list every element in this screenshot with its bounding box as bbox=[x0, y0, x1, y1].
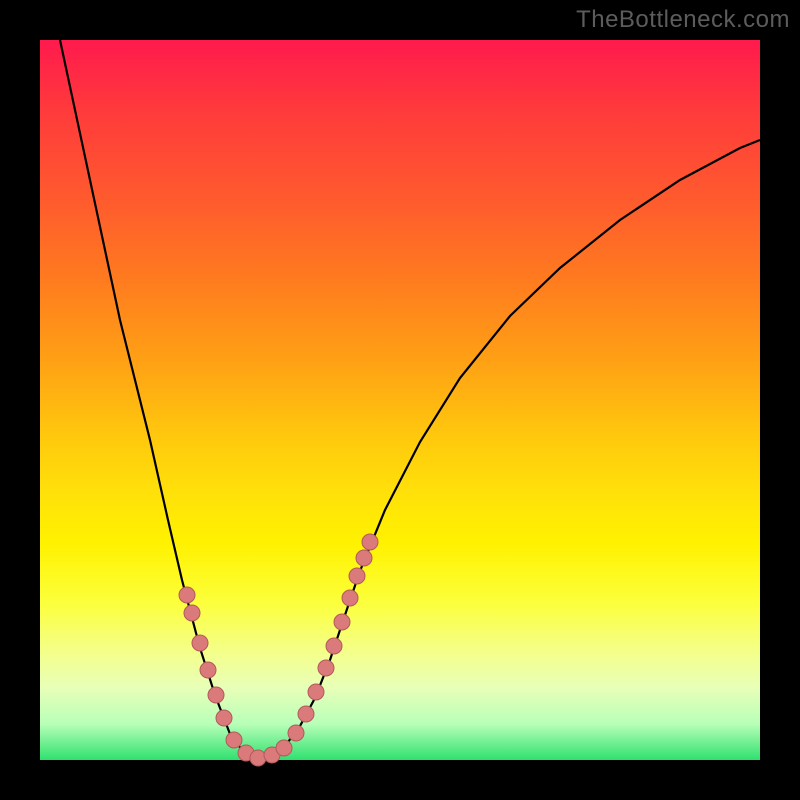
data-marker bbox=[326, 638, 342, 654]
data-marker bbox=[216, 710, 232, 726]
data-marker bbox=[349, 568, 365, 584]
data-marker bbox=[226, 732, 242, 748]
data-marker bbox=[342, 590, 358, 606]
data-marker bbox=[276, 740, 292, 756]
chart-svg bbox=[40, 40, 760, 760]
data-marker bbox=[200, 662, 216, 678]
data-marker bbox=[334, 614, 350, 630]
data-marker bbox=[208, 687, 224, 703]
data-marker bbox=[298, 706, 314, 722]
data-marker bbox=[318, 660, 334, 676]
chart-frame: TheBottleneck.com bbox=[0, 0, 800, 800]
data-marker bbox=[184, 605, 200, 621]
data-marker bbox=[250, 750, 266, 766]
data-marker bbox=[288, 725, 304, 741]
marker-group bbox=[179, 534, 378, 766]
watermark-text: TheBottleneck.com bbox=[576, 6, 790, 34]
data-marker bbox=[179, 587, 195, 603]
data-marker bbox=[356, 550, 372, 566]
v-curve-line bbox=[60, 40, 760, 758]
data-marker bbox=[362, 534, 378, 550]
plot-area bbox=[40, 40, 760, 760]
data-marker bbox=[308, 684, 324, 700]
data-marker bbox=[192, 635, 208, 651]
